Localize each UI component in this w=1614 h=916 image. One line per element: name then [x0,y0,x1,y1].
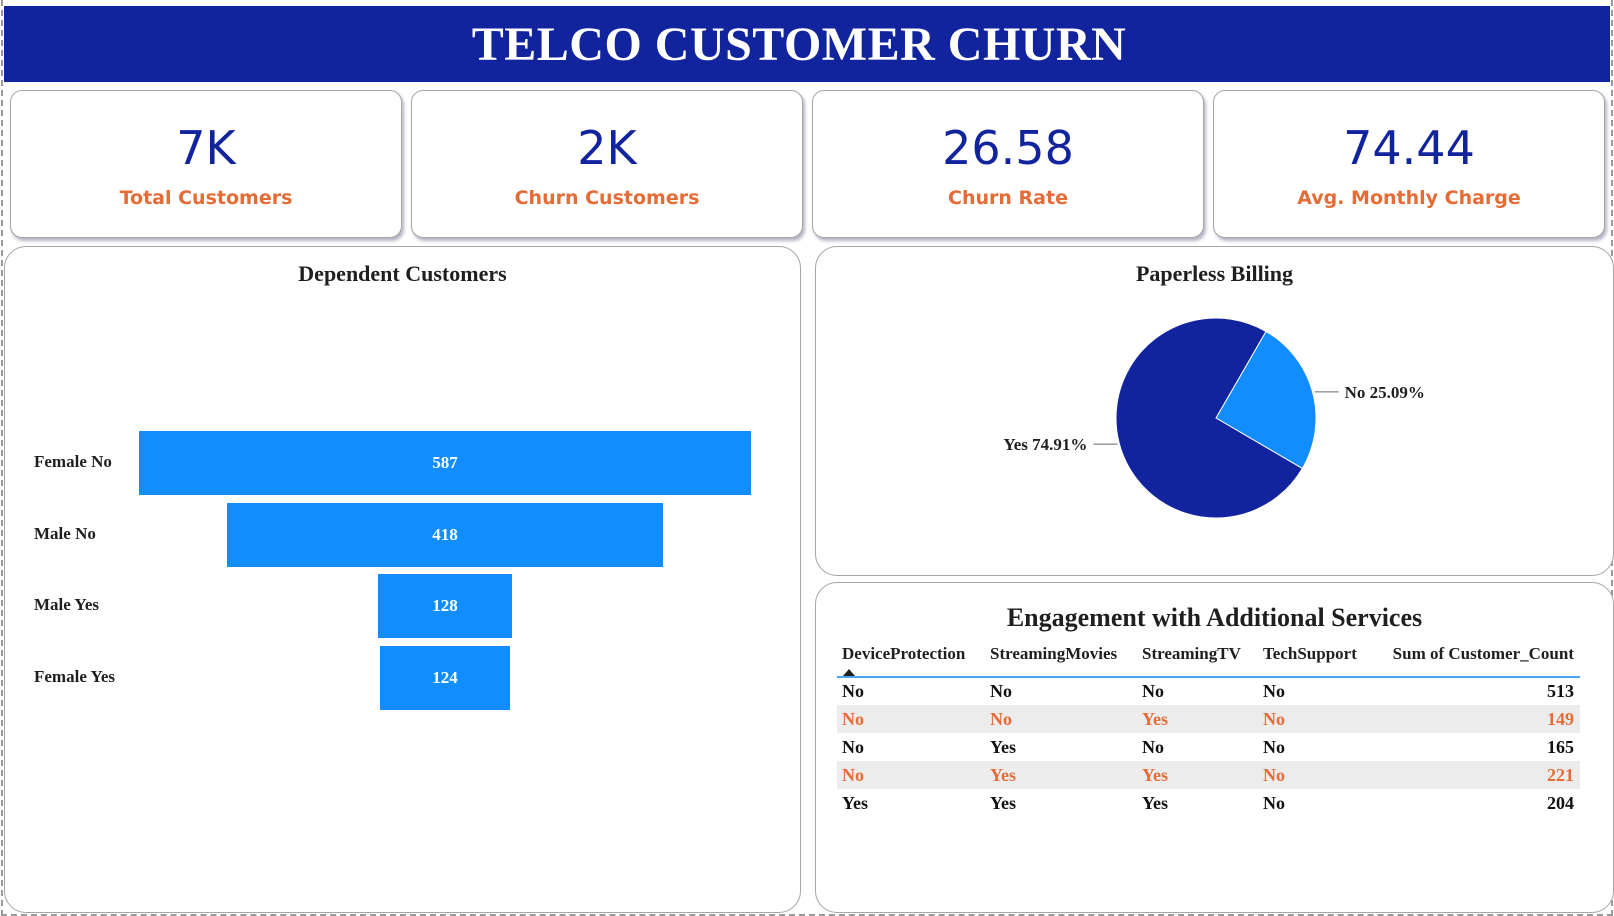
column-header-label: DeviceProtection [842,644,966,663]
table-cell: 204 [1547,792,1574,813]
kpi-label: Churn Rate [948,187,1068,209]
column-header-deviceprotection[interactable]: DeviceProtection [837,641,985,678]
funnel-bar[interactable]: 128 [378,574,512,639]
pie-chart: No 25.09% Yes 74.91% [1003,317,1425,519]
table-row: Yes Yes Yes No 204 [837,789,1580,817]
kpi-value: 26.58 [942,121,1074,175]
table-cell: No [837,705,985,733]
column-header-label: StreamingTV [1142,644,1241,663]
table-cell: No [990,681,1012,701]
column-header-label: StreamingMovies [990,644,1118,663]
table-cell: Yes [990,792,1016,813]
funnel-category-label: Male Yes [34,595,99,615]
table-cell: No [1142,736,1164,757]
kpi-card-total-customers[interactable]: 7K Total Customers [10,90,402,238]
pie-slice-label: No 25.09% [1345,383,1425,402]
column-header-techsupport[interactable]: TechSupport [1258,641,1373,678]
funnel-category-label: Male No [34,523,96,543]
kpi-value: 7K [176,121,236,175]
table-row: No Yes Yes No 221 [837,761,1580,789]
sort-ascending-icon [843,669,855,676]
table-cell: No [1263,681,1285,701]
column-header-streamingmovies[interactable]: StreamingMovies [985,641,1137,678]
column-header-sum-customer-count[interactable]: Sum of Customer_Count [1373,641,1580,678]
engagement-table-panel[interactable]: Engagement with Additional Services Devi… [815,582,1614,913]
table-row: No Yes No No 165 [837,733,1580,761]
kpi-card-churn-customers[interactable]: 2K Churn Customers [411,90,803,238]
kpi-value: 74.44 [1343,121,1475,175]
funnel-category-label: Female Yes [34,666,116,686]
kpi-card-avg-monthly-charge[interactable]: 74.44 Avg. Monthly Charge [1213,90,1605,238]
table-cell: No [842,736,864,757]
table-cell: No [1258,705,1373,733]
table-cell: No [1258,761,1373,789]
table-cell: Yes [1142,792,1168,813]
column-header-streamingtv[interactable]: StreamingTV [1137,641,1258,678]
kpi-label: Total Customers [119,187,293,209]
table-cell: 513 [1547,681,1574,701]
kpi-card-churn-rate[interactable]: 26.58 Churn Rate [812,90,1204,238]
funnel-chart-title: Dependent Customers [298,261,507,286]
funnel-data-label: 128 [432,596,458,616]
funnel-bar[interactable]: 587 [139,431,751,495]
column-header-label: Sum of Customer_Count [1392,644,1574,663]
funnel-data-label: 587 [432,453,458,472]
table-cell: No [1263,736,1285,757]
table-cell: No [842,681,864,701]
table-cell: No [985,705,1137,733]
table-row: No No Yes No 149 [837,705,1580,733]
column-header-label: TechSupport [1263,644,1357,663]
table-cell: Yes [990,736,1016,757]
kpi-label: Churn Customers [514,187,700,209]
table-row: No No No No 513 [837,677,1580,705]
dependent-customers-panel[interactable]: Dependent Customers Female No 587 Male No 4… [4,246,801,913]
funnel-bar[interactable]: 124 [380,645,510,710]
table-cell: 165 [1547,736,1574,757]
table-cell: No [1142,681,1164,701]
table-cell: Yes [842,792,868,813]
table-cell: Yes [1137,705,1258,733]
paperless-billing-panel[interactable]: Paperless Billing No 25.09% Yes 74.91% [815,246,1614,576]
kpi-value: 2K [577,121,637,175]
table-cell: No [1263,792,1285,813]
table-header-row: DeviceProtection StreamingMovies Streami… [837,641,1580,678]
table-cell: No [837,761,985,789]
table-title: Engagement with Additional Services [1006,603,1423,632]
funnel-category-label: Female No [34,452,112,471]
table-cell: 149 [1373,705,1580,733]
funnel-bar[interactable]: 418 [227,502,663,567]
table-cell: Yes [985,761,1137,789]
engagement-table: DeviceProtection StreamingMovies Streami… [837,641,1580,817]
table-cell: Yes [1137,761,1258,789]
pie-slice-label: Yes 74.91% [1003,435,1087,454]
dashboard-title: TELCO CUSTOMER CHURN [4,6,1610,82]
kpi-label: Avg. Monthly Charge [1297,187,1521,209]
funnel-data-label: 124 [432,667,458,687]
funnel-data-label: 418 [432,524,458,544]
table-cell: 221 [1373,761,1580,789]
